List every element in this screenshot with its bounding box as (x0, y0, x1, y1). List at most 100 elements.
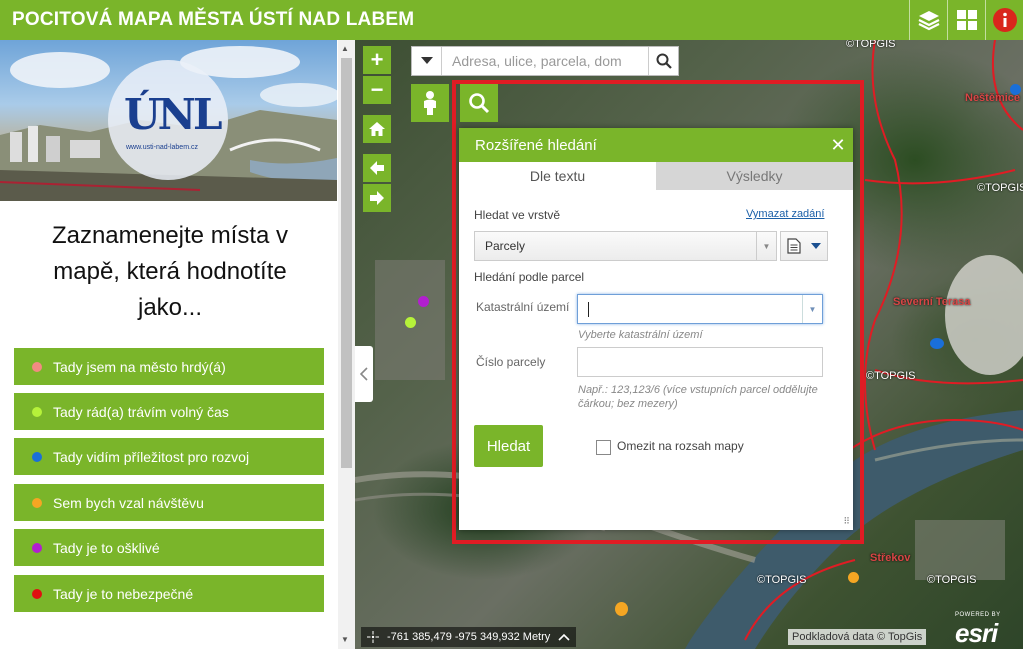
coordinates-bar: -761 385,479 -975 349,932 Metry (361, 627, 577, 647)
text-caret (588, 302, 589, 317)
section-label: Hledání podle parcel (474, 270, 585, 284)
layer-select[interactable]: Parcely ▼ (474, 231, 777, 261)
intro-text: Zaznamenejte místa v mapě, která hodnotí… (51, 222, 289, 321)
watermark-label: ©TOPGIS (757, 574, 807, 586)
search-submit-button[interactable]: Hledat (474, 425, 543, 467)
legend-dot (32, 588, 42, 599)
watermark-label: ©TOPGIS (927, 574, 977, 586)
map-pin[interactable] (418, 296, 429, 307)
tab-by-text[interactable]: Dle textu (459, 162, 656, 190)
limit-to-extent-checkbox[interactable] (596, 440, 611, 455)
legend-item-proud[interactable]: Tady jsem na město hrdý(á) (14, 348, 324, 385)
parcel-label: Číslo parcely (476, 355, 546, 369)
app-header: POCITOVÁ MAPA MĚSTA ÚSTÍ NAD LABEM (0, 0, 1023, 40)
parcel-hint: Např.: 123,123/6 (více vstupních parcel … (578, 384, 818, 410)
place-label: Severní Terasa (893, 296, 971, 308)
search-input[interactable] (442, 47, 648, 75)
chevron-left-icon (360, 367, 368, 381)
search-bar (411, 46, 679, 76)
legend-item-leisure[interactable]: Tady rád(a) trávím volný čas (14, 393, 324, 430)
layers-icon (918, 11, 939, 31)
dialog-tabs: Dle textu Výsledky (459, 162, 853, 190)
map-pin[interactable] (615, 602, 628, 616)
about-button[interactable] (985, 0, 1023, 40)
legend-dot (32, 406, 42, 417)
dialog-header: Rozšířené hledání ✕ (459, 128, 853, 162)
map-pin[interactable] (930, 338, 944, 349)
resize-grip-icon[interactable]: ⠿ (843, 516, 850, 527)
cadastre-label: Katastrální území (476, 300, 570, 314)
legend-label: Tady je to nebezpečné (53, 585, 194, 602)
zoom-in-button[interactable]: + (363, 46, 391, 74)
city-banner-image: ÚNL www.usti-nad-labem.cz (0, 40, 337, 201)
legend-item-ugly[interactable]: Tady je to ošklivé (14, 529, 324, 566)
map-pin[interactable] (848, 572, 859, 583)
legend-label: Tady vidím příležitost pro rozvoj (53, 448, 250, 465)
scroll-up-icon[interactable]: ▲ (341, 44, 349, 53)
arrow-left-icon (370, 161, 384, 175)
legend-item-dangerous[interactable]: Tady je to nebezpečné (14, 575, 324, 612)
parcel-number-input[interactable] (577, 347, 823, 377)
crosshair-icon[interactable] (367, 631, 379, 643)
collapse-panel-button[interactable] (355, 346, 373, 402)
layer-label: Hledat ve vrstvě (474, 208, 561, 222)
limit-to-extent-label: Omezit na rozsah mapy (617, 439, 744, 453)
layers-button[interactable] (909, 0, 947, 40)
scroll-down-icon[interactable]: ▼ (341, 635, 349, 644)
app-title: POCITOVÁ MAPA MĚSTA ÚSTÍ NAD LABEM (12, 9, 415, 30)
map-view[interactable]: Neštěmice Severní Terasa Střekov ©TOPGIS… (355, 40, 1023, 649)
legend-label: Tady rád(a) trávím volný čas (53, 403, 229, 420)
coordinates-readout: -761 385,479 -975 349,932 Metry (387, 631, 551, 643)
basemap-gallery-button[interactable] (947, 0, 985, 40)
dialog-title: Rozšířené hledání (475, 136, 597, 154)
advanced-search-dialog: Rozšířené hledání ✕ Dle textu Výsledky H… (459, 128, 853, 530)
home-button[interactable] (363, 115, 391, 143)
home-icon (369, 122, 385, 136)
app-window: POCITOVÁ MAPA MĚSTA ÚSTÍ NAD LABEM ÚNL w… (0, 0, 1023, 649)
watermark-label: ©TOPGIS (866, 370, 916, 382)
watermark-label: ©TOPGIS (846, 40, 896, 50)
tab-results[interactable]: Výsledky (656, 162, 853, 190)
cadastre-hint: Vyberte katastrální území (578, 329, 703, 341)
logo-lettering: ÚNL (124, 90, 223, 139)
clear-input-link[interactable]: Vymazat zadání (746, 208, 824, 220)
esri-wordmark: esri (955, 618, 998, 648)
search-source-dropdown[interactable] (412, 47, 442, 75)
arrow-right-icon (370, 191, 384, 205)
chevron-down-icon: ▼ (756, 232, 776, 260)
logo-url: www.usti-nad-labem.cz (126, 144, 198, 151)
legend-dot (32, 542, 42, 553)
chevron-down-icon (420, 57, 433, 64)
map-pin[interactable] (1010, 84, 1021, 95)
chevron-down-icon[interactable]: ▼ (802, 295, 822, 323)
cadastre-combobox[interactable]: ▼ (577, 294, 823, 324)
side-panel: ÚNL www.usti-nad-labem.cz Zaznamenejte m… (0, 40, 355, 649)
previous-extent-button[interactable] (363, 154, 391, 182)
layer-select-value: Parcely (485, 239, 526, 253)
chevron-up-icon[interactable] (558, 633, 570, 641)
search-button[interactable] (648, 47, 678, 75)
legend-dot (32, 497, 42, 508)
layer-options-button[interactable] (780, 231, 828, 261)
legend-dot (32, 451, 42, 462)
street-view-button[interactable] (411, 84, 449, 122)
esri-logo[interactable]: POWERED BY esri (955, 612, 1001, 649)
pegman-icon (424, 91, 436, 115)
panel-scrollbar-thumb[interactable] (341, 58, 352, 468)
close-icon[interactable]: ✕ (823, 135, 853, 156)
legend-label: Tady jsem na město hrdý(á) (53, 358, 226, 375)
chevron-down-icon (811, 243, 821, 249)
next-extent-button[interactable] (363, 184, 391, 212)
map-pin[interactable] (405, 317, 416, 328)
map-attribution: Podkladová data © TopGis (788, 629, 927, 645)
search-icon (656, 53, 672, 69)
info-icon (992, 8, 1017, 32)
city-logo: ÚNL www.usti-nad-labem.cz (108, 60, 228, 180)
zoom-out-button[interactable]: − (363, 76, 391, 104)
legend-item-visit[interactable]: Sem bych vzal návštěvu (14, 484, 324, 521)
document-icon (787, 238, 801, 254)
watermark-label: ©TOPGIS (977, 182, 1023, 194)
legend-label: Sem bych vzal návštěvu (53, 494, 204, 511)
grid-icon (956, 10, 977, 30)
legend-item-opportunity[interactable]: Tady vidím příležitost pro rozvoj (14, 438, 324, 475)
